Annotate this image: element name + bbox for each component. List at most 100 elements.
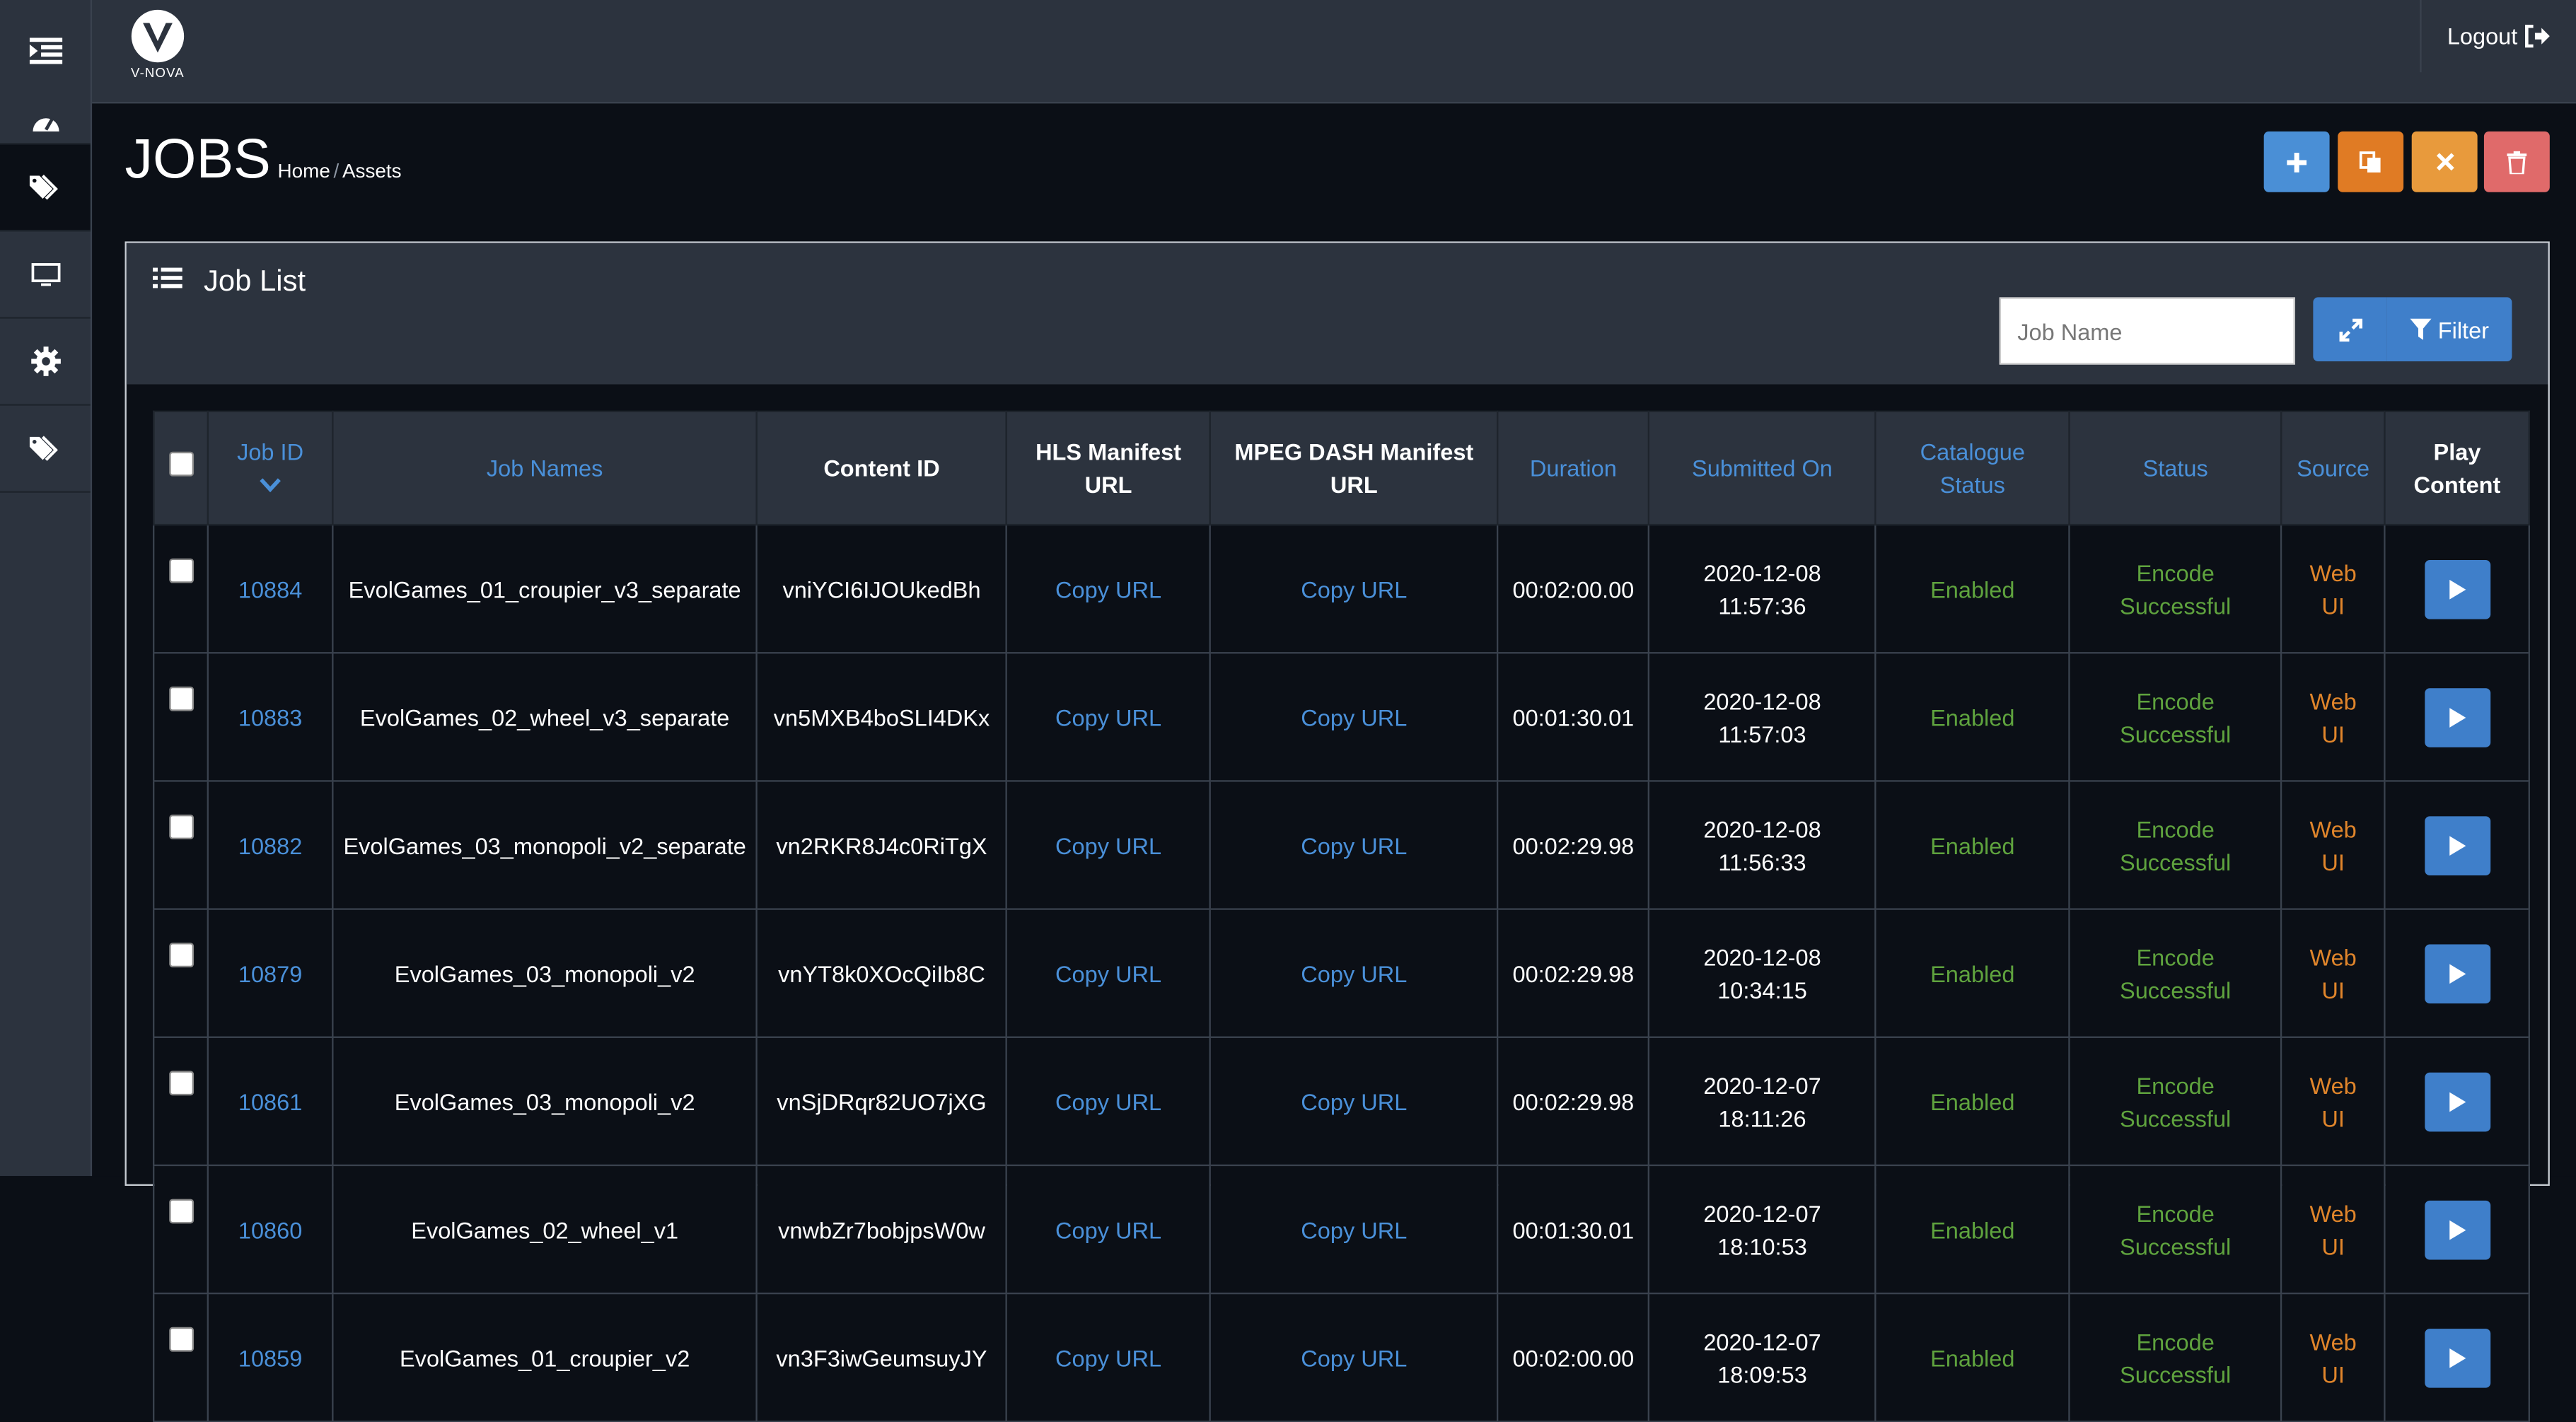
source-line2: UI (2321, 1232, 2345, 1259)
dash-copy-url-link[interactable]: Copy URL (1209, 652, 1499, 782)
dash-copy-url-link[interactable]: Copy URL (1209, 1164, 1499, 1295)
logout-button[interactable]: Logout (2420, 0, 2576, 73)
play-content-cell (2384, 523, 2531, 654)
job-name-cell: EvolGames_03_monopoli_v2 (332, 1036, 758, 1167)
row-checkbox[interactable] (168, 943, 193, 968)
sidebar-item-monitor[interactable] (0, 232, 91, 319)
source-line1: Web (2309, 943, 2357, 970)
submitted-on-header[interactable]: Submitted On (1648, 410, 1876, 526)
source-line2: UI (2321, 592, 2345, 619)
panel-header: Job List Filter (126, 243, 2548, 385)
status-line2: Successful (2120, 1105, 2232, 1131)
dash-copy-url-link[interactable]: Copy URL (1209, 1292, 1499, 1422)
submitted-date: 2020-12-08 (1703, 943, 1821, 970)
status-line1: Encode (2136, 943, 2215, 970)
submitted-date: 2020-12-07 (1703, 1071, 1821, 1098)
status-cell: Encode Successful (2068, 1292, 2282, 1422)
job-id-link[interactable]: 10884 (207, 523, 334, 654)
row-checkbox[interactable] (168, 1071, 193, 1096)
breadcrumb-home-link[interactable]: Home (278, 159, 330, 182)
duration-cell: 00:02:29.98 (1497, 780, 1650, 910)
hls-copy-url-link[interactable]: Copy URL (1005, 1164, 1212, 1295)
status-header[interactable]: Status (2068, 410, 2282, 526)
status-cell: Encode Successful (2068, 523, 2282, 654)
copy-job-button[interactable] (2338, 131, 2404, 192)
row-select-cell (153, 780, 209, 910)
job-name-cell: EvolGames_03_monopoli_v2_separate (332, 780, 758, 910)
play-button[interactable] (2424, 1071, 2490, 1131)
submitted-time: 10:34:15 (1717, 976, 1807, 1003)
delete-job-button[interactable] (2483, 131, 2550, 192)
hls-manifest-header: HLS Manifest URL (1005, 410, 1212, 526)
vnova-logo[interactable]: V-NOVA (125, 8, 191, 84)
job-list-panel: Job List Filter Job ID Job Names Content… (124, 241, 2550, 1422)
duration-cell: 00:02:29.98 (1497, 1036, 1650, 1167)
status-line2: Successful (2120, 1232, 2232, 1259)
hls-copy-url-link[interactable]: Copy URL (1005, 523, 1212, 654)
logout-label: Logout (2447, 23, 2518, 49)
play-button[interactable] (2424, 1199, 2490, 1259)
row-checkbox[interactable] (168, 1199, 193, 1224)
source-line2: UI (2321, 848, 2345, 875)
dash-copy-url-link[interactable]: Copy URL (1209, 523, 1499, 654)
play-button[interactable] (2424, 1327, 2490, 1387)
dash-copy-url-link[interactable]: Copy URL (1209, 1036, 1499, 1167)
breadcrumb-assets: Assets (342, 159, 402, 182)
table-row: 10883 EvolGames_02_wheel_v3_separate vn5MX… (153, 652, 2531, 782)
source-line1: Web (2309, 559, 2357, 586)
menu-toggle-button[interactable] (0, 0, 93, 103)
dash-header-line2: URL (1330, 471, 1378, 498)
play-button[interactable] (2424, 943, 2490, 1003)
job-name-search-input[interactable] (1999, 297, 2295, 365)
job-id-link[interactable]: 10883 (207, 652, 334, 782)
submitted-date: 2020-12-08 (1703, 687, 1821, 714)
catalogue-status-cell: Enabled (1874, 523, 2071, 654)
expand-button[interactable] (2313, 297, 2387, 361)
row-checkbox[interactable] (168, 815, 193, 839)
job-name-cell: EvolGames_02_wheel_v1 (332, 1164, 758, 1295)
job-names-header[interactable]: Job Names (332, 410, 758, 526)
hls-copy-url-link[interactable]: Copy URL (1005, 652, 1212, 782)
catalogue-status-header[interactable]: Catalogue Status (1874, 410, 2071, 526)
hls-copy-url-link[interactable]: Copy URL (1005, 1036, 1212, 1167)
sidebar-item-assets[interactable] (0, 144, 91, 232)
filter-button[interactable]: Filter (2386, 297, 2512, 361)
list-icon (153, 267, 182, 289)
job-id-header[interactable]: Job ID (207, 410, 334, 526)
job-id-link[interactable]: 10882 (207, 780, 334, 910)
hls-copy-url-link[interactable]: Copy URL (1005, 1292, 1212, 1422)
cancel-job-button[interactable] (2411, 131, 2478, 192)
sidebar-item-settings[interactable] (0, 319, 91, 406)
sidebar-item-dashboard[interactable] (0, 102, 91, 145)
row-checkbox[interactable] (168, 1327, 193, 1352)
play-button[interactable] (2424, 815, 2490, 875)
hls-copy-url-link[interactable]: Copy URL (1005, 908, 1212, 1038)
content-id-header: Content ID (755, 410, 1008, 526)
job-id-link[interactable]: 10861 (207, 1036, 334, 1167)
submitted-on-cell: 2020-12-08 11:57:36 (1648, 523, 1876, 654)
play-icon (2449, 1219, 2466, 1240)
job-id-link[interactable]: 10860 (207, 1164, 334, 1295)
catalogue-header-line2: Status (1939, 471, 2005, 498)
row-checkbox[interactable] (168, 558, 193, 583)
dash-copy-url-link[interactable]: Copy URL (1209, 780, 1499, 910)
duration-header[interactable]: Duration (1497, 410, 1650, 526)
select-all-checkbox[interactable] (168, 451, 193, 477)
top-bar: V-NOVA Logout (0, 0, 2576, 104)
job-id-link[interactable]: 10879 (207, 908, 334, 1038)
source-header[interactable]: Source (2280, 410, 2386, 526)
job-id-header-label: Job ID (237, 438, 304, 465)
submitted-time: 18:10:53 (1717, 1232, 1807, 1259)
sidebar-item-tags[interactable] (0, 406, 91, 493)
source-line1: Web (2309, 1199, 2357, 1226)
row-select-cell (153, 523, 209, 654)
play-button[interactable] (2424, 559, 2490, 619)
play-button[interactable] (2424, 687, 2490, 747)
hls-copy-url-link[interactable]: Copy URL (1005, 780, 1212, 910)
add-job-button[interactable] (2263, 131, 2330, 192)
catalogue-status-cell: Enabled (1874, 908, 2071, 1038)
row-checkbox[interactable] (168, 686, 193, 711)
job-id-link[interactable]: 10859 (207, 1292, 334, 1422)
filter-label: Filter (2437, 316, 2490, 343)
dash-copy-url-link[interactable]: Copy URL (1209, 908, 1499, 1038)
